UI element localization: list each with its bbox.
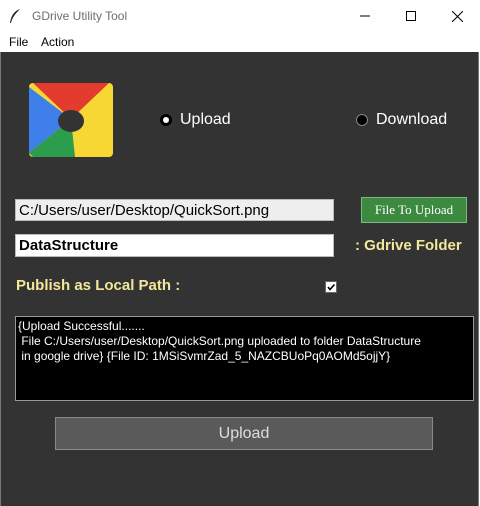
- title-bar: GDrive Utility Tool: [0, 0, 480, 32]
- drive-logo: [29, 83, 113, 157]
- log-output[interactable]: {Upload Successful....... File C:/Users/…: [15, 316, 474, 401]
- download-radio-label: Download: [376, 111, 448, 128]
- feather-icon: [10, 9, 20, 23]
- maximize-icon: [406, 11, 416, 21]
- gdrive-folder-input[interactable]: DataStructure: [15, 234, 334, 257]
- menu-action[interactable]: Action: [41, 35, 74, 49]
- file-path-field[interactable]: C:/Users/user/Desktop/QuickSort.png: [15, 199, 334, 221]
- download-radio[interactable]: Download: [356, 111, 447, 129]
- minimize-button[interactable]: [342, 0, 388, 32]
- checkmark-icon: [327, 283, 336, 291]
- upload-radio-indicator[interactable]: [160, 114, 172, 126]
- close-icon: [451, 10, 463, 22]
- minimize-icon: [360, 15, 370, 17]
- menu-bar: File Action: [0, 32, 480, 52]
- gdrive-folder-label: : Gdrive Folder: [355, 237, 462, 254]
- publish-label: Publish as Local Path :: [16, 277, 181, 294]
- close-button[interactable]: [434, 0, 480, 32]
- main-panel: Upload Download C:/Users/user/Desktop/Qu…: [0, 52, 479, 506]
- maximize-button[interactable]: [388, 0, 434, 32]
- window-title: GDrive Utility Tool: [32, 9, 128, 23]
- download-radio-indicator[interactable]: [356, 114, 368, 126]
- publish-checkbox[interactable]: [325, 281, 337, 293]
- upload-radio-label: Upload: [180, 111, 231, 128]
- upload-button[interactable]: Upload: [55, 417, 433, 450]
- upload-radio[interactable]: Upload: [160, 111, 231, 129]
- file-to-upload-button[interactable]: File To Upload: [361, 197, 467, 223]
- menu-file[interactable]: File: [9, 35, 28, 49]
